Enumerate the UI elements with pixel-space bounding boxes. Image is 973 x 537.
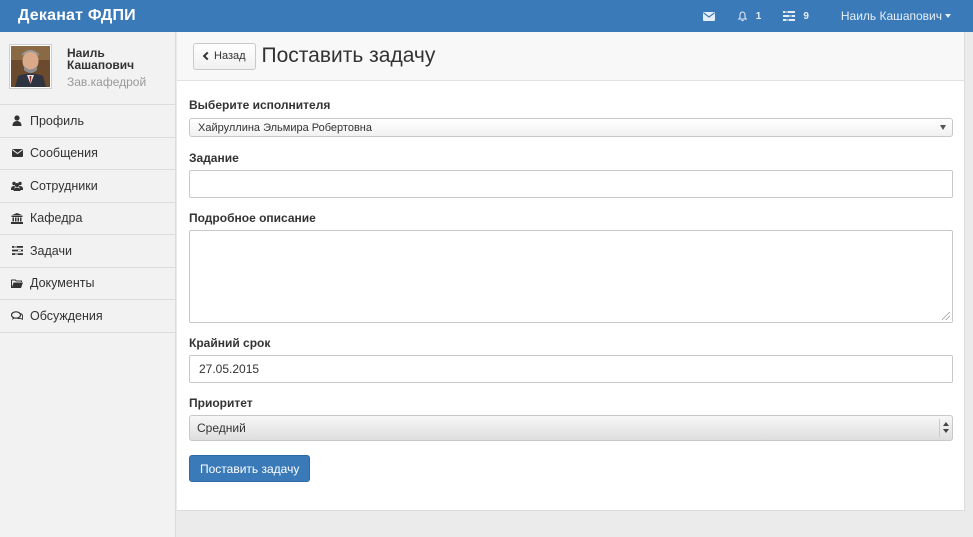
sidebar-item-department[interactable]: Кафедра [0, 203, 175, 235]
user-menu-name: Наиль Кашапович [840, 9, 942, 23]
folder-icon [11, 277, 23, 289]
notifications-count: 1 [755, 10, 762, 22]
executor-label: Выберите исполнителя [189, 98, 331, 112]
sidebar-item-profile[interactable]: Профиль [0, 105, 175, 138]
back-button-label: Назад [214, 50, 246, 62]
sidebar-item-label: Сотрудники [30, 178, 98, 193]
executor-select-value: Хайруллина Эльмира Робертовна [198, 121, 372, 134]
resize-handle-icon[interactable] [942, 312, 950, 320]
bell-icon [737, 10, 748, 22]
sidebar-item-tasks[interactable]: Задачи [0, 235, 175, 268]
tasks-count: 9 [803, 10, 809, 22]
description-label: Подробное описание [189, 211, 316, 225]
sidebar-item-label: Документы [30, 276, 95, 291]
avatar [9, 44, 52, 89]
sidebar-item-discussions[interactable]: Обсуждения [0, 300, 175, 333]
triangle-down-icon [940, 125, 946, 130]
users-icon [11, 180, 23, 192]
sidebar-item-label: Обсуждения [30, 308, 103, 323]
institution-icon [11, 212, 23, 224]
task-label: Задание [189, 151, 239, 165]
sidebar: Наиль Кашапович Зав.кафедрой Профиль Соо… [0, 32, 176, 537]
sidebar-item-documents[interactable]: Документы [0, 268, 175, 300]
chevron-left-icon [202, 51, 212, 61]
profile-name[interactable]: Наиль Кашапович [67, 47, 167, 71]
navbar-right: 1 9 Наиль Кашапович [681, 0, 973, 32]
top-navbar: Деканат ФДПИ 1 9 Наиль Кашапович [0, 0, 973, 32]
tasks-icon [783, 11, 796, 21]
deadline-input[interactable]: 27.05.2015 [189, 355, 953, 383]
back-button[interactable]: Назад [193, 42, 256, 70]
user-menu-toggle[interactable]: Наиль Кашапович [841, 9, 951, 23]
task-input[interactable] [189, 170, 953, 198]
notifications-nav-item[interactable]: 1 [737, 10, 762, 22]
tasks-icon [11, 245, 23, 257]
user-icon [11, 115, 23, 127]
deadline-input-value: 27.05.2015 [199, 362, 260, 376]
priority-label: Приоритет [189, 396, 253, 410]
deadline-label: Крайний срок [189, 336, 271, 350]
comments-icon [11, 310, 23, 322]
sidebar-item-label: Профиль [30, 113, 84, 128]
updown-arrows-icon [939, 419, 951, 437]
sidebar-item-label: Сообщения [30, 146, 98, 161]
messages-nav-item[interactable] [702, 11, 715, 21]
profile-block: Наиль Кашапович Зав.кафедрой [0, 32, 175, 105]
sidebar-item-messages[interactable]: Сообщения [0, 138, 175, 170]
submit-task-button[interactable]: Поставить задачу [189, 455, 311, 482]
page-header: Назад Поставить задачу [177, 32, 964, 81]
caret-down-icon [945, 14, 951, 18]
sidebar-item-staff[interactable]: Сотрудники [0, 170, 175, 203]
page-title: Поставить задачу [261, 44, 436, 67]
priority-select[interactable]: Средний [189, 415, 953, 441]
sidebar-item-label: Задачи [30, 243, 72, 258]
priority-select-value: Средний [197, 421, 246, 435]
sidebar-item-label: Кафедра [30, 211, 83, 226]
main-panel: Назад Поставить задачу Выберите исполнит… [177, 32, 965, 511]
envelope-icon [702, 11, 715, 21]
envelope-icon [11, 147, 23, 159]
executor-select[interactable]: Хайруллина Эльмира Робертовна [189, 118, 953, 137]
profile-role: Зав.кафедрой [67, 75, 147, 89]
tasks-nav-item[interactable]: 9 [783, 11, 809, 22]
description-textarea[interactable] [189, 230, 953, 323]
brand-title[interactable]: Деканат ФДПИ [0, 7, 136, 25]
